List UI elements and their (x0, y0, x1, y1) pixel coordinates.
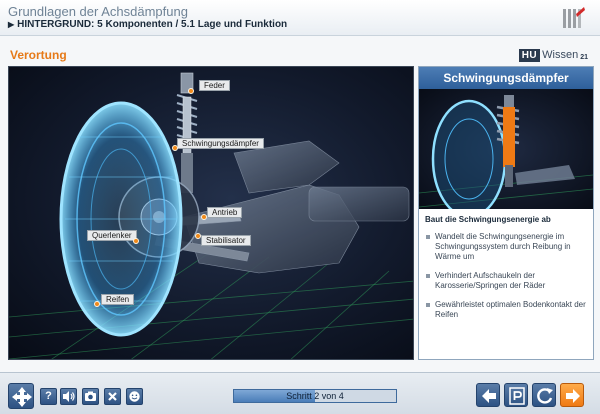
info-panel-title: Schwingungsdämpfer (419, 67, 593, 89)
brand-hu: HU (518, 48, 541, 62)
repeat-button[interactable] (532, 383, 556, 407)
course-title: Grundlagen der Achsdämpfung (8, 4, 188, 19)
feedback-button[interactable] (126, 388, 143, 405)
help-button[interactable]: ? (40, 388, 57, 405)
section-bar: Verortung HU Wissen 21 (0, 45, 600, 65)
label-antrieb[interactable]: Antrieb (207, 207, 243, 218)
move-arrows-icon (12, 387, 32, 407)
brand-logo: HU Wissen 21 (518, 48, 588, 62)
smiley-icon (129, 391, 140, 402)
info-bullet: Wandelt die Schwingungsenergie im Schwin… (425, 232, 587, 262)
arrow-right-icon (566, 389, 580, 403)
close-button[interactable] (104, 388, 121, 405)
info-panel: Schwingungsdämpfer Baut die Schwingungse… (418, 66, 594, 360)
main-illustration: Feder Schwingungsdämpfer Antrieb Querlen… (8, 66, 414, 360)
next-button[interactable] (560, 383, 584, 407)
hotspot-reifen[interactable] (94, 301, 100, 307)
label-schwingungsdaempfer[interactable]: Schwingungsdämpfer (177, 138, 264, 149)
hotspot-stabilisator[interactable] (195, 233, 201, 239)
label-stabilisator[interactable]: Stabilisator (201, 235, 251, 246)
bottom-toolbar: ? Schritt 2 von 4 (0, 372, 600, 414)
camera-icon (85, 391, 96, 401)
app-window: Grundlagen der Achsdämpfung ▶ HINTERGRUND… (0, 0, 600, 414)
brand-number: 21 (580, 53, 588, 61)
breadcrumb: ▶ HINTERGRUND: 5 Komponenten / 5.1 Lage u… (8, 19, 287, 30)
print-button[interactable] (504, 383, 528, 407)
hotspot-querlenker[interactable] (133, 238, 139, 244)
step-progress-bar: Schritt 2 von 4 (233, 389, 397, 403)
info-bullet: Verhindert Aufschaukeln der Karosserie/S… (425, 271, 587, 291)
info-panel-subtitle: Baut die Schwingungsenergie ab (425, 215, 551, 224)
info-panel-content: Baut die Schwingungsenergie ab Wandelt d… (419, 209, 593, 320)
header: Grundlagen der Achsdämpfung ▶ HINTERGRUND… (0, 0, 600, 36)
back-button[interactable] (476, 383, 500, 407)
damper-detail-illustration (419, 95, 593, 209)
label-querlenker[interactable]: Querlenker (87, 230, 137, 241)
hotspot-antrieb[interactable] (201, 214, 207, 220)
damper-detail-image (419, 89, 593, 209)
breadcrumb-arrow-icon: ▶ (8, 20, 15, 29)
media-button[interactable] (82, 388, 99, 405)
label-reifen[interactable]: Reifen (101, 294, 135, 305)
p-icon (509, 387, 525, 405)
speaker-icon (63, 391, 75, 402)
logo-icon (563, 7, 585, 28)
hotspot-schwingungsdaempfer[interactable] (172, 145, 178, 151)
arrow-left-icon (482, 389, 496, 403)
hotspot-feder[interactable] (188, 88, 194, 94)
section-title: Verortung (10, 48, 67, 62)
label-feder[interactable]: Feder (199, 80, 230, 91)
navigation-menu-button[interactable] (8, 383, 34, 409)
audio-button[interactable] (60, 388, 77, 405)
refresh-icon (537, 388, 553, 404)
progress-label: Schritt 2 von 4 (286, 391, 344, 401)
brand-wissen: Wissen (542, 49, 579, 61)
info-bullet: Gewährleistet optimalen Bodenkontakt der… (425, 300, 587, 320)
breadcrumb-text: HINTERGRUND: 5 Komponenten / 5.1 Lage un… (17, 19, 288, 30)
close-icon (108, 392, 117, 401)
